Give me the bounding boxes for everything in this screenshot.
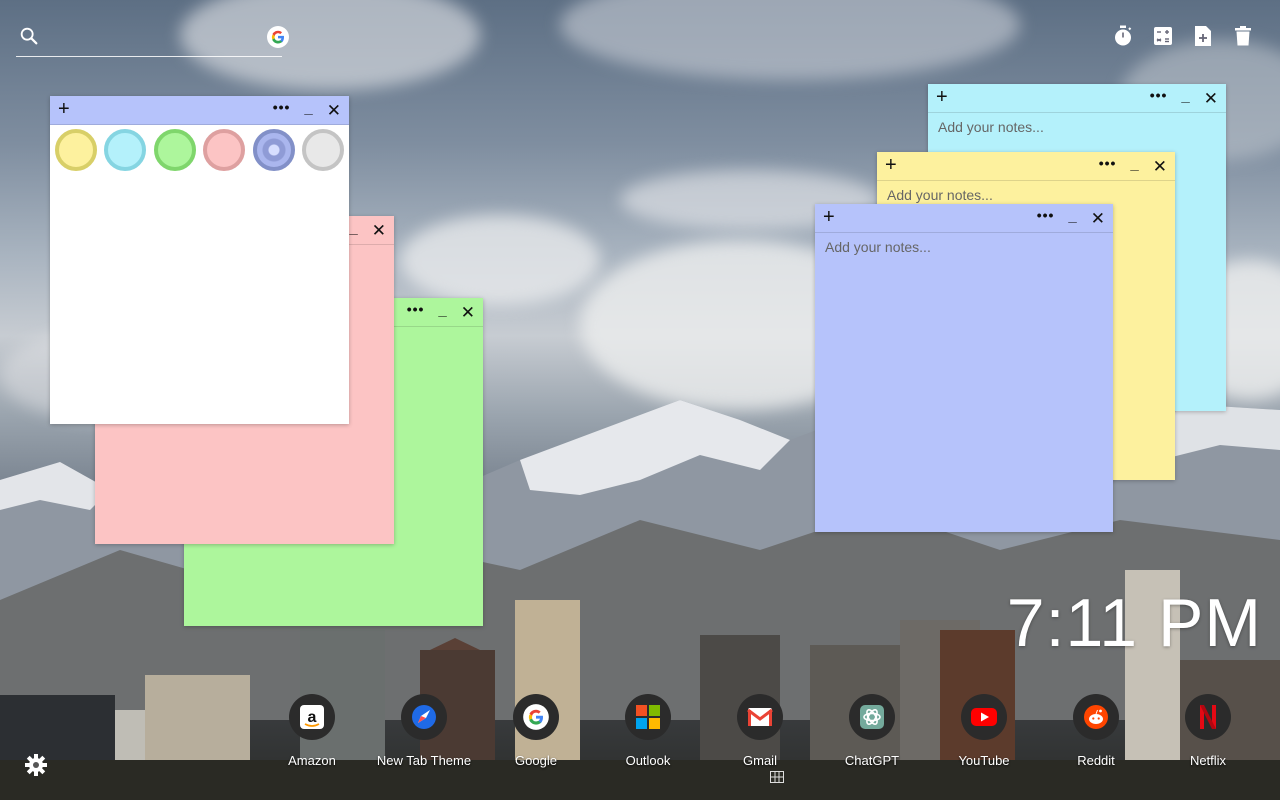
close-icon[interactable]: ✕ (1153, 158, 1167, 175)
google-search-engine-icon[interactable] (266, 25, 290, 49)
settings-gear-icon[interactable] (24, 753, 48, 777)
shortcut-label: Outlook (625, 753, 671, 768)
search-icon[interactable] (18, 25, 40, 47)
more-options-icon[interactable]: ••• (273, 100, 291, 114)
trash-icon[interactable] (1232, 24, 1254, 48)
shortcut-netflix[interactable]: Netflix (1158, 694, 1258, 768)
shortcut-label: Netflix (1189, 753, 1227, 768)
color-swatch-blue-selected[interactable] (252, 129, 295, 171)
shortcut-dock: a Amazon New Tab Theme Google Outlook Gm… (0, 694, 1280, 774)
apps-grid-icon[interactable] (770, 771, 784, 783)
close-icon[interactable]: ✕ (372, 222, 386, 239)
note-text-area[interactable] (50, 176, 349, 424)
shortcut-amazon[interactable]: a Amazon (262, 694, 362, 768)
add-note-button[interactable]: + (823, 206, 835, 228)
add-note-button[interactable]: + (936, 86, 948, 108)
minimize-icon[interactable]: _ (1068, 209, 1076, 224)
close-icon[interactable]: ✕ (1091, 210, 1105, 227)
color-swatch-yellow[interactable] (54, 129, 97, 171)
shortcut-label: Gmail (743, 753, 777, 768)
top-toolbar (1112, 24, 1254, 48)
shortcut-gmail[interactable]: Gmail (710, 694, 810, 768)
more-options-icon[interactable]: ••• (1150, 88, 1168, 102)
sticky-note-white[interactable]: + ••• _ ✕ (50, 96, 349, 424)
new-tab-theme-icon (401, 694, 447, 740)
minimize-icon[interactable]: _ (1181, 89, 1189, 104)
shortcut-outlook[interactable]: Outlook (598, 694, 698, 768)
color-picker (50, 125, 349, 175)
add-note-button[interactable]: + (885, 154, 897, 176)
shortcut-label: Amazon (288, 753, 336, 768)
add-note-icon[interactable] (1192, 24, 1214, 48)
color-swatch-green[interactable] (153, 129, 196, 171)
gmail-icon (737, 694, 783, 740)
calculator-icon[interactable] (1152, 24, 1174, 48)
search-bar (16, 20, 289, 57)
shortcut-label: YouTube (958, 753, 1010, 768)
note-header: + ••• _ ✕ (815, 204, 1113, 233)
shortcut-label: Reddit (1077, 753, 1115, 768)
shortcut-google[interactable]: Google (486, 694, 586, 768)
shortcut-youtube[interactable]: YouTube (934, 694, 1034, 768)
reddit-icon (1073, 694, 1119, 740)
shortcut-chatgpt[interactable]: ChatGPT (822, 694, 922, 768)
netflix-icon (1185, 694, 1231, 740)
svg-text:a: a (308, 709, 317, 726)
color-swatch-pink[interactable] (203, 129, 246, 171)
add-note-button[interactable]: + (58, 98, 70, 120)
color-swatch-gray[interactable] (302, 129, 345, 171)
note-header: + ••• _ ✕ (928, 84, 1226, 113)
more-options-icon[interactable]: ••• (1037, 208, 1055, 222)
chatgpt-icon (849, 694, 895, 740)
search-input[interactable] (50, 24, 244, 50)
minimize-icon[interactable]: _ (304, 101, 312, 116)
minimize-icon[interactable]: _ (349, 221, 357, 236)
note-header: + ••• _ ✕ (50, 96, 349, 125)
outlook-icon (625, 694, 671, 740)
shortcut-label: Google (515, 753, 557, 768)
more-options-icon[interactable]: ••• (1099, 156, 1117, 170)
shortcut-label: ChatGPT (844, 753, 900, 768)
note-header: + ••• _ ✕ (877, 152, 1175, 181)
close-icon[interactable]: ✕ (461, 304, 475, 321)
shortcut-label: New Tab Theme (376, 753, 472, 768)
color-swatch-cyan[interactable] (104, 129, 147, 171)
youtube-icon (961, 694, 1007, 740)
clock-display: 7:11 PM (1006, 585, 1262, 661)
google-icon (513, 694, 559, 740)
minimize-icon[interactable]: _ (1130, 157, 1138, 172)
more-options-icon[interactable]: ••• (407, 302, 425, 316)
timer-icon[interactable] (1112, 24, 1134, 48)
shortcut-new-tab-theme[interactable]: New Tab Theme (374, 694, 474, 768)
sticky-note-blue[interactable]: + ••• _ ✕ Add your notes... (815, 204, 1113, 532)
minimize-icon[interactable]: _ (438, 303, 446, 318)
shortcut-reddit[interactable]: Reddit (1046, 694, 1146, 768)
amazon-icon: a (289, 694, 335, 740)
close-icon[interactable]: ✕ (327, 102, 341, 119)
close-icon[interactable]: ✕ (1204, 90, 1218, 107)
note-text-area[interactable]: Add your notes... (815, 233, 1113, 532)
